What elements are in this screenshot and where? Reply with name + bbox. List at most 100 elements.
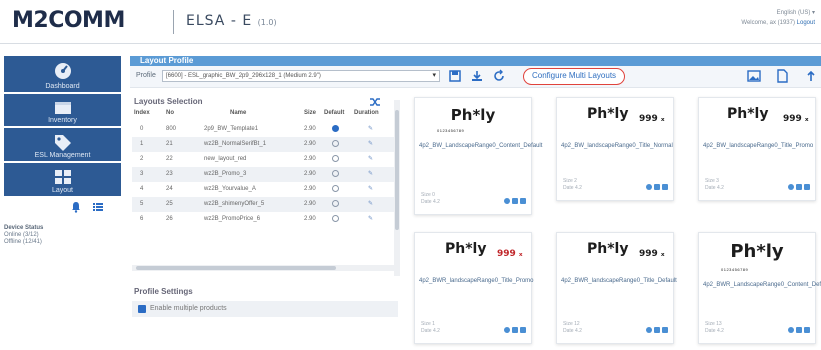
cell-size: 2.90 [304,171,316,177]
copy-icon[interactable] [804,184,810,190]
sidebar-item-label: ESL Management [34,152,91,159]
sidebar-item-label: Dashboard [45,83,80,90]
layout-card[interactable]: Ph*ly 0123456789 4p2_BW_LandscapeRange0_Co… [414,97,543,215]
default-radio[interactable] [332,152,339,167]
logout-link[interactable]: Logout [797,20,815,26]
layout-card-actions [646,184,668,190]
layout-card[interactable]: Ph*ly 999 ₓ 4p2_BWR_landscapeRange0_Title_… [556,232,677,344]
edit-icon[interactable]: ✎ [368,122,373,137]
layout-card[interactable]: Ph*ly 0123456789 4p2_BWR_LandscapeRange0_C… [698,232,821,344]
cell-size: 2.90 [304,126,316,132]
list-icon[interactable] [92,201,104,213]
table-row[interactable]: 0 800 2p9_BW_Template1 2.90 ✎ [132,122,396,137]
table-row[interactable]: 1 21 wz2B_NormalSerifBt_1 2.90 ✎ [132,137,396,152]
edit-icon[interactable]: ✎ [368,167,373,182]
default-radio[interactable] [332,137,339,152]
layout-card-meta: Size 2 [563,178,577,184]
settings-gear-icon[interactable] [788,327,794,333]
table-row[interactable]: 3 23 wz2B_Promo_3 2.90 ✎ [132,167,396,182]
default-radio[interactable] [332,122,339,137]
table-horizontal-scrollbar[interactable] [132,265,394,271]
layout-card-info: Size 12 Date 4.2 [563,321,582,335]
edit-icon[interactable] [796,327,802,333]
welcome-text: Welcome, ax (1937) [741,20,795,26]
table-vertical-scrollbar[interactable] [394,100,400,276]
settings-gear-icon[interactable] [788,184,794,190]
dashboard-gauge-icon [54,63,71,79]
edit-icon[interactable] [512,198,518,204]
image-icon[interactable] [747,69,761,83]
layout-card-actions [646,327,668,333]
cell-size: 2.90 [304,201,316,207]
layout-preview-barcode: 0123456789 [721,267,749,272]
cell-no: 21 [166,141,173,147]
edit-icon[interactable]: ✎ [368,152,373,167]
cell-size: 2.90 [304,141,316,147]
layout-preview-price: 999 ₓ [497,249,523,259]
panel-title: Layout Profile [130,56,821,66]
copy-icon[interactable] [520,327,526,333]
app-header: M2COMM ELSA - E (1.0) English (US) ▾ Wel… [0,0,821,44]
layout-preview-price: 999 ₓ [639,114,665,124]
cell-no: 800 [166,126,177,132]
upload-icon[interactable] [804,69,818,83]
refresh-icon[interactable] [492,69,506,83]
default-radio[interactable] [332,197,339,212]
layout-card[interactable]: Ph*ly 999 ₓ 4p2_BW_landscapeRange0_Title_P… [698,97,816,201]
app-title: ELSA - E (1.0) [186,13,277,29]
default-radio[interactable] [332,212,339,227]
copy-icon[interactable] [804,327,810,333]
edit-icon[interactable] [654,327,660,333]
app-name: ELSA - E [186,13,253,29]
layout-card-meta: Size 0 [421,192,435,198]
copy-icon[interactable] [662,327,668,333]
header-divider [173,10,174,34]
table-row[interactable]: 2 22 new_layout_red 2.90 ✎ [132,152,396,167]
configure-multi-layouts-link[interactable]: Configure Multi Layouts [523,68,626,85]
edit-icon[interactable] [512,327,518,333]
table-row[interactable]: 4 24 wz2B_Yourvalue_A 2.90 ✎ [132,182,396,197]
sidebar-item-esl-management[interactable]: ESL Management [4,128,121,161]
copy-icon[interactable] [520,198,526,204]
layout-card[interactable]: Ph*ly 999 ₓ 4p2_BW_landscapeRange0_Title_N… [556,97,674,201]
edit-icon[interactable]: ✎ [368,212,373,227]
save-icon[interactable] [448,69,462,83]
layout-preview-price: 999 ₓ [783,114,809,124]
sidebar-item-dashboard[interactable]: Dashboard [4,56,121,92]
sidebar-item-layout[interactable]: Layout [4,163,121,196]
brand-logo: M2COMM [12,8,125,33]
copy-icon[interactable] [662,184,668,190]
default-radio[interactable] [332,182,339,197]
profile-select[interactable]: [6600] - ESL_graphic_BW_2p9_296x128_1 (M… [162,70,440,82]
layout-card-name: 4p2_BW_LandscapeRange0_Content_Default [419,143,543,149]
table-row[interactable]: 5 25 wz2B_shimenyOffer_5 2.90 ✎ [132,197,396,212]
device-status-online: Online (3/12) [4,232,39,238]
edit-icon[interactable] [796,184,802,190]
edit-icon[interactable] [654,184,660,190]
layout-card[interactable]: Ph*ly 999 ₓ 4p2_BWR_landscapeRange0_Title_… [414,232,534,344]
enable-multiple-products-checkbox[interactable] [138,305,146,313]
sidebar-item-inventory[interactable]: Inventory [4,94,121,126]
default-radio[interactable] [332,167,339,182]
layout-card-name: 4p2_BWR_landscapeRange0_Title_Promo [419,278,534,284]
inventory-box-icon [54,102,71,114]
download-icon[interactable] [470,69,484,83]
edit-icon[interactable]: ✎ [368,197,373,212]
layout-preview-barcode: 0123456789 [437,128,465,133]
settings-gear-icon[interactable] [504,198,510,204]
tag-icon [54,135,71,151]
language-select[interactable]: English (US) ▾ [741,8,815,18]
bell-icon[interactable] [70,201,82,213]
cell-name: wz2B_shimenyOffer_5 [204,201,265,207]
cell-index: 6 [140,216,144,222]
settings-gear-icon[interactable] [504,327,510,333]
settings-gear-icon[interactable] [646,184,652,190]
cell-index: 5 [140,201,144,207]
table-row[interactable]: 6 26 wz2B_PromoPrice_6 2.90 ✎ [132,212,396,227]
file-icon[interactable] [775,69,789,83]
edit-icon[interactable]: ✎ [368,182,373,197]
settings-gear-icon[interactable] [646,327,652,333]
edit-icon[interactable]: ✎ [368,137,373,152]
layout-card-info: Size 1 Date 4.2 [421,321,440,335]
shuffle-icon[interactable] [369,96,381,108]
